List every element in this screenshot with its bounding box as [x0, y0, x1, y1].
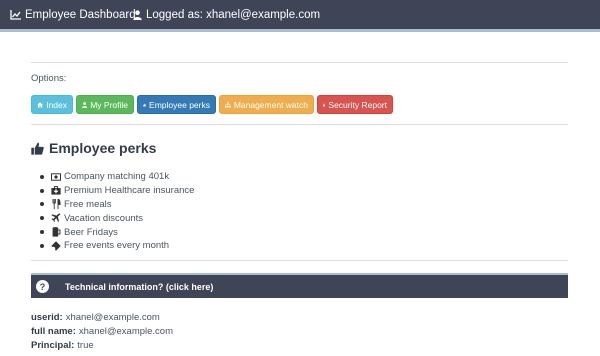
fullname-value: xhanel@example.com	[78, 326, 174, 338]
medkit-icon	[51, 186, 61, 196]
principal-value: true	[77, 339, 94, 351]
list-item: Vacation discounts	[40, 211, 194, 225]
lock-icon	[323, 103, 326, 106]
options-button-group: Index My Profile Employee perks Manageme…	[31, 95, 396, 114]
perk-label: Beer Fridays	[64, 226, 118, 238]
thumbs-up-icon	[143, 103, 146, 106]
question-icon: ?	[36, 280, 49, 293]
management-watch-button-label: Management watch	[233, 99, 308, 110]
plane-icon	[51, 213, 61, 223]
top-navbar: Employee Dashboard Logged as: xhanel@exa…	[0, 0, 600, 32]
bullet	[40, 202, 44, 207]
line-chart-icon	[10, 10, 21, 20]
money-icon	[51, 172, 61, 182]
nav-employee-dashboard[interactable]: Employee Dashboard	[10, 9, 136, 21]
options-label: Options:	[31, 73, 67, 84]
beer-icon	[51, 227, 61, 237]
perk-label: Company matching 401k	[64, 171, 170, 183]
divider	[31, 62, 568, 63]
index-button-label: Index	[46, 99, 67, 110]
list-item: Free events every month	[40, 239, 194, 253]
sitemap-icon	[225, 101, 231, 107]
employee-perks-button[interactable]: Employee perks	[137, 95, 216, 114]
perk-label: Vacation discounts	[64, 212, 144, 224]
user-icon	[82, 101, 88, 108]
index-button[interactable]: Index	[31, 95, 73, 114]
principal-row: Principal: true	[31, 339, 173, 353]
bullet	[40, 216, 44, 221]
my-profile-button[interactable]: My Profile	[76, 95, 134, 114]
list-item: Free meals	[40, 198, 194, 212]
management-watch-button[interactable]: Management watch	[219, 95, 314, 114]
perks-list: Company matching 401k Premium Healthcare…	[40, 170, 194, 253]
page-title: Employee perks	[31, 140, 156, 156]
technical-info-label: Technical information? (click here)	[65, 281, 214, 292]
userid-key: userid:	[31, 312, 63, 324]
user-icon	[133, 10, 142, 20]
userid-value: xhanel@example.com	[65, 312, 160, 324]
security-report-button[interactable]: Security Report	[317, 95, 393, 114]
employee-perks-button-label: Employee perks	[149, 99, 210, 110]
nav-dashboard-label: Employee Dashboard	[25, 9, 136, 21]
list-item: Company matching 401k	[40, 170, 194, 184]
page-title-text: Employee perks	[49, 140, 157, 156]
fullname-row: full name: xhanel@example.com	[31, 325, 173, 339]
technical-info-toggle[interactable]: ? Technical information? (click here)	[31, 273, 568, 298]
thumbs-up-icon	[31, 142, 44, 155]
divider	[31, 124, 568, 125]
list-item: Beer Fridays	[40, 225, 194, 239]
divider	[31, 260, 568, 261]
perk-label: Free meals	[64, 198, 112, 210]
cutlery-icon	[51, 199, 61, 210]
bullet	[40, 230, 44, 235]
ticket-icon	[51, 241, 61, 251]
perk-label: Premium Healthcare insurance	[64, 185, 195, 197]
userid-row: userid: xhanel@example.com	[31, 311, 173, 325]
principal-key: Principal:	[31, 339, 75, 351]
security-report-button-label: Security Report	[328, 99, 387, 110]
user-info-panel: userid: xhanel@example.com full name: xh…	[31, 311, 173, 352]
bullet	[40, 188, 44, 193]
nav-user-label: Logged as: xhanel@example.com	[146, 9, 321, 21]
my-profile-button-label: My Profile	[90, 99, 128, 110]
list-item: Premium Healthcare insurance	[40, 184, 194, 198]
nav-logged-user[interactable]: Logged as: xhanel@example.com	[133, 9, 320, 21]
bullet	[40, 243, 44, 248]
home-icon	[37, 101, 44, 108]
perk-label: Free events every month	[64, 240, 170, 252]
bullet	[40, 174, 44, 179]
fullname-key: full name:	[31, 326, 76, 338]
